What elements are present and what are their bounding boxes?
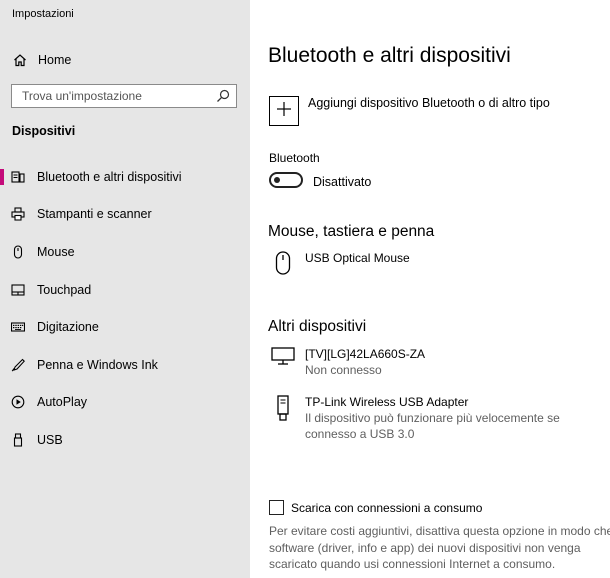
device-name: [TV][LG]42LA660S-ZA xyxy=(305,347,426,361)
metered-description-line1: Per evitare costi aggiuntivi, disattiva … xyxy=(269,524,610,538)
usb-icon xyxy=(11,433,25,447)
metered-description-line2: software (driver, info e app) dei nuovi … xyxy=(269,540,581,555)
sidebar-item-label: Bluetooth e altri dispositivi xyxy=(37,169,182,184)
metered-download-label[interactable]: Scarica con connessioni a consumo xyxy=(291,501,482,515)
device-usb-optical-mouse[interactable]: USB Optical Mouse xyxy=(268,250,410,276)
window-title: Impostazioni xyxy=(12,8,74,20)
metered-description: Per evitare costi aggiuntivi, disattiva … xyxy=(269,523,610,573)
sidebar-item-usb[interactable]: USB xyxy=(0,421,250,459)
search-icon[interactable] xyxy=(216,89,230,103)
device-status: Non connesso xyxy=(305,363,382,377)
keyboard-icon xyxy=(11,320,25,334)
add-device-button[interactable] xyxy=(269,96,299,126)
search-box xyxy=(11,84,237,108)
device-status-line1: Il dispositivo può funzionare più veloce… xyxy=(305,411,560,425)
device-tplink-adapter[interactable]: TP-Link Wireless USB Adapter Il disposit… xyxy=(268,394,560,442)
home-icon xyxy=(12,53,28,67)
sidebar-item-label: Mouse xyxy=(37,244,75,259)
sidebar-item-label: Stampanti e scanner xyxy=(37,207,152,222)
autoplay-icon xyxy=(11,395,25,409)
sidebar-nav: Bluetooth e altri dispositivi Stampanti … xyxy=(0,158,250,459)
search-input[interactable] xyxy=(12,86,212,106)
usb-adapter-icon xyxy=(268,394,298,442)
main-content: Bluetooth e altri dispositivi Aggiungi d… xyxy=(250,0,610,578)
pen-icon xyxy=(11,358,25,372)
sidebar-item-label: AutoPlay xyxy=(37,395,88,410)
metered-description-line3: scaricato quando usi connessioni Interne… xyxy=(269,557,556,571)
sidebar-item-typing[interactable]: Digitazione xyxy=(0,308,250,346)
sidebar-item-pen[interactable]: Penna e Windows Ink xyxy=(0,346,250,384)
sidebar-item-home[interactable]: Home xyxy=(0,47,250,73)
metered-download-checkbox[interactable] xyxy=(269,500,284,515)
mouse-keyboard-pen-heading: Mouse, tastiera e penna xyxy=(268,223,435,240)
sidebar-item-label: USB xyxy=(37,432,63,447)
bluetooth-state: Disattivato xyxy=(313,175,372,189)
sidebar-item-mouse[interactable]: Mouse xyxy=(0,233,250,271)
device-status-line2: connesso a USB 3.0 xyxy=(305,427,415,441)
sidebar-item-touchpad[interactable]: Touchpad xyxy=(0,271,250,309)
sidebar-item-label: Digitazione xyxy=(37,320,99,335)
bluetooth-toggle[interactable] xyxy=(269,172,303,188)
sidebar-item-label: Penna e Windows Ink xyxy=(37,357,158,372)
touchpad-icon xyxy=(11,283,25,297)
sidebar-item-autoplay[interactable]: AutoPlay xyxy=(0,384,250,422)
printer-icon xyxy=(11,207,25,221)
toggle-knob xyxy=(274,177,280,183)
sidebar-item-printers[interactable]: Stampanti e scanner xyxy=(0,196,250,234)
page-title: Bluetooth e altri dispositivi xyxy=(268,44,511,67)
plus-icon xyxy=(277,101,291,121)
bluetooth-devices-icon xyxy=(11,170,25,184)
other-devices-heading: Altri dispositivi xyxy=(268,318,367,335)
sidebar-item-label: Touchpad xyxy=(37,282,92,297)
device-lg-tv[interactable]: [TV][LG]42LA660S-ZA Non connesso xyxy=(268,346,425,378)
add-device-link[interactable]: Aggiungi dispositivo Bluetooth o di altr… xyxy=(308,96,550,110)
monitor-icon xyxy=(268,346,298,378)
mouse-icon xyxy=(11,245,25,259)
device-name: TP-Link Wireless USB Adapter xyxy=(305,395,469,409)
sidebar-item-bluetooth[interactable]: Bluetooth e altri dispositivi xyxy=(0,158,250,196)
mouse-icon xyxy=(268,250,298,276)
sidebar: Impostazioni Home Dispositivi Bluetooth … xyxy=(0,0,250,578)
bluetooth-label: Bluetooth xyxy=(269,151,320,165)
device-name: USB Optical Mouse xyxy=(305,251,410,265)
sidebar-item-label: Home xyxy=(38,53,72,67)
section-title: Dispositivi xyxy=(12,124,76,138)
